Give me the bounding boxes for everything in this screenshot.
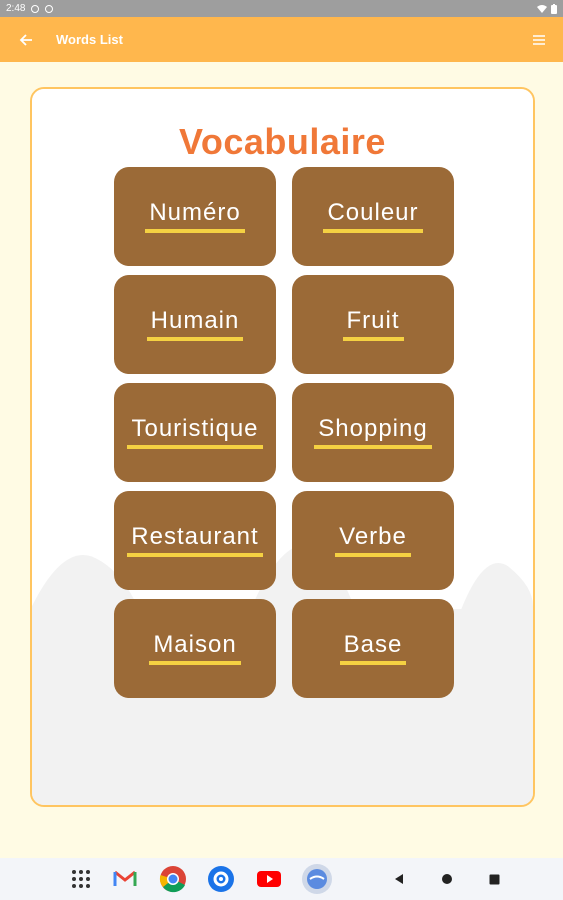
category-label: Base — [339, 632, 407, 665]
status-time: 2:48 — [6, 3, 26, 14]
settings-icon[interactable] — [206, 864, 236, 894]
menu-icon — [533, 34, 545, 45]
category-shopping-button[interactable]: Shopping — [292, 383, 454, 482]
category-label: Shopping — [314, 416, 432, 449]
vocabulary-card: Vocabulaire Numéro Couleur Humain Fruit … — [30, 87, 535, 807]
app-bar: Words List — [0, 17, 563, 62]
wifi-icon — [537, 5, 547, 13]
category-label: Restaurant — [127, 524, 263, 557]
category-label: Maison — [149, 632, 241, 665]
category-touristique-button[interactable]: Touristique — [114, 383, 276, 482]
category-couleur-button[interactable]: Couleur — [292, 167, 454, 266]
notification-icon-2 — [45, 4, 54, 13]
category-label: Fruit — [342, 308, 404, 341]
category-label: Couleur — [323, 200, 423, 233]
app-title: Words List — [56, 32, 123, 47]
category-verbe-button[interactable]: Verbe — [292, 491, 454, 590]
category-label: Touristique — [127, 416, 263, 449]
apps-grid-icon[interactable] — [66, 864, 96, 894]
category-numero-button[interactable]: Numéro — [114, 167, 276, 266]
category-label: Humain — [146, 308, 244, 341]
back-icon[interactable] — [384, 864, 414, 894]
category-fruit-button[interactable]: Fruit — [292, 275, 454, 374]
status-bar: 2:48 — [0, 0, 563, 17]
category-label: Verbe — [335, 524, 411, 557]
category-base-button[interactable]: Base — [292, 599, 454, 698]
category-maison-button[interactable]: Maison — [114, 599, 276, 698]
category-restaurant-button[interactable]: Restaurant — [114, 491, 276, 590]
notification-icon — [31, 4, 40, 13]
arrow-left-icon — [19, 33, 32, 46]
battery-icon — [551, 3, 557, 14]
back-button[interactable] — [8, 22, 44, 58]
category-humain-button[interactable]: Humain — [114, 275, 276, 374]
app-icon[interactable] — [302, 864, 332, 894]
category-grid: Numéro Couleur Humain Fruit Touristique … — [114, 167, 454, 698]
recents-icon[interactable] — [479, 864, 509, 894]
page-title: Vocabulaire — [179, 121, 386, 162]
gmail-icon[interactable] — [110, 864, 140, 894]
home-icon[interactable] — [432, 864, 462, 894]
system-nav-bar — [0, 858, 563, 900]
chrome-icon[interactable] — [158, 864, 188, 894]
menu-button[interactable] — [527, 28, 551, 52]
category-label: Numéro — [145, 200, 245, 233]
youtube-icon[interactable] — [254, 864, 284, 894]
